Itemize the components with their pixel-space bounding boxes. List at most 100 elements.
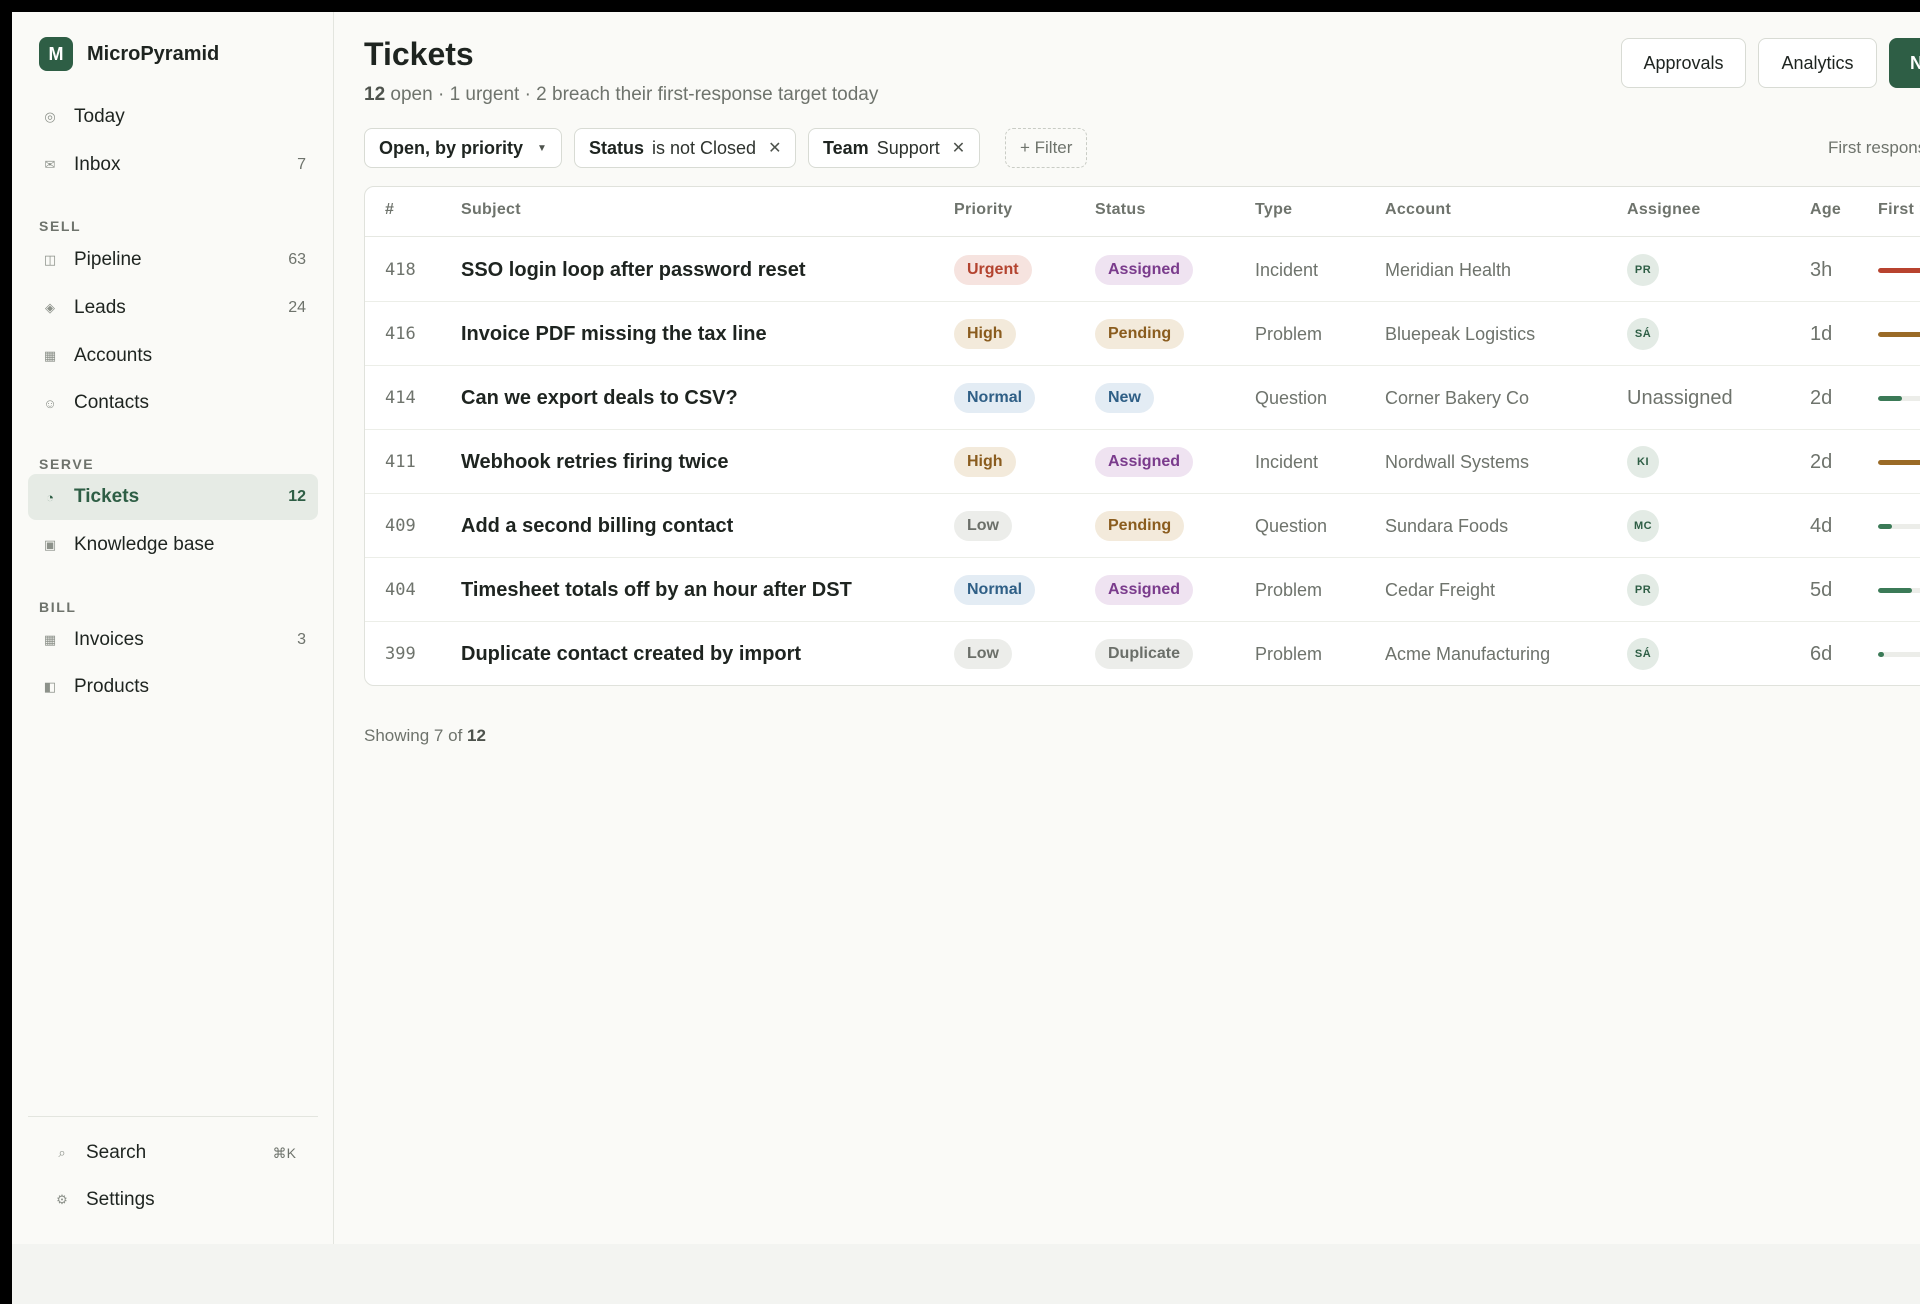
assignee-cell: SÁ [1627, 622, 1659, 685]
column-header-type[interactable]: Type [1255, 201, 1292, 219]
page-subtitle: 12 open · 1 urgent · 2 breach their firs… [364, 84, 878, 106]
sidebar-item-search[interactable]: ⌕ Search ⌘K [28, 1130, 318, 1176]
sla-cell [1878, 622, 1920, 685]
priority-cell: High [954, 302, 1016, 366]
approvals-button[interactable]: Approvals [1621, 38, 1746, 88]
sla-progress-fill [1878, 395, 1902, 401]
sidebar-item-products[interactable]: ◧ Products [28, 664, 318, 710]
sidebar-item-inbox[interactable]: ✉ Inbox 7 [28, 142, 318, 188]
ticket-account[interactable]: Cedar Freight [1385, 558, 1495, 622]
priority-cell: Low [954, 494, 1012, 558]
column-header-subject[interactable]: Subject [461, 201, 521, 219]
mail-icon: ✉ [44, 157, 56, 172]
section-label-serve: SERVE [39, 456, 95, 472]
sidebar-item-label: Knowledge base [74, 534, 215, 555]
book-icon: ▣ [43, 537, 57, 552]
sidebar-item-invoices[interactable]: ▦ Invoices 3 [28, 617, 318, 663]
table-row[interactable]: 416 Invoice PDF missing the tax line High P… [365, 302, 1920, 366]
ticket-account[interactable]: Nordwall Systems [1385, 430, 1529, 494]
close-icon[interactable]: ✕ [952, 138, 965, 158]
sla-progress-fill [1878, 267, 1920, 273]
sidebar-item-accounts[interactable]: ▦ Accounts [28, 333, 318, 379]
ticket-number: 414 [385, 388, 416, 408]
ticket-age: 2d [1810, 386, 1833, 409]
ticket-account[interactable]: Acme Manufacturing [1385, 622, 1550, 685]
analytics-button[interactable]: Analytics [1758, 38, 1877, 88]
column-header-account[interactable]: Account [1385, 201, 1451, 219]
showing-total: 12 [467, 726, 486, 745]
table-row[interactable]: 418 SSO login loop after password reset Ur… [365, 238, 1920, 302]
brand[interactable]: M MicroPyramid [39, 37, 219, 71]
circle-icon: ◎ [44, 109, 56, 124]
ticket-account[interactable]: Bluepeak Logistics [1385, 302, 1535, 366]
avatar[interactable]: SÁ [1627, 638, 1659, 670]
ticket-number: 411 [385, 452, 416, 472]
page-title: Tickets [364, 36, 474, 72]
ticket-subject[interactable]: Can we export deals to CSV? [461, 366, 738, 430]
sidebar-item-label: Tickets [74, 486, 140, 507]
priority-badge: Low [954, 511, 1012, 541]
sidebar-item-today[interactable]: ◎ Today [28, 94, 318, 140]
close-icon[interactable]: ✕ [768, 138, 781, 158]
avatar[interactable]: KI [1627, 446, 1659, 478]
avatar[interactable]: MC [1627, 510, 1659, 542]
ticket-subject[interactable]: Timesheet totals off by an hour after DS… [461, 558, 852, 622]
ticket-account[interactable]: Corner Bakery Co [1385, 366, 1529, 430]
priority-cell: Low [954, 622, 1012, 685]
sidebar-item-contacts[interactable]: ☺ Contacts [28, 380, 318, 426]
sla-cell [1878, 558, 1920, 622]
ticket-subject[interactable]: SSO login loop after password reset [461, 238, 806, 302]
filter-chip-status[interactable]: Status is not Closed ✕ [574, 128, 797, 168]
avatar[interactable]: PR [1627, 254, 1659, 286]
ticket-subject[interactable]: Invoice PDF missing the tax line [461, 302, 767, 366]
status-badge: Assigned [1095, 575, 1194, 605]
column-header-status[interactable]: Status [1095, 201, 1146, 219]
status-badge: New [1095, 383, 1154, 413]
sidebar-item-label: Search [86, 1142, 147, 1163]
sidebar-item-label: Pipeline [74, 249, 142, 270]
table-row[interactable]: 414 Can we export deals to CSV? Normal New Q… [365, 366, 1920, 430]
sla-cell [1878, 302, 1920, 366]
column-header-first-response[interactable]: First response [1878, 201, 1920, 219]
assignee-cell: KI [1627, 430, 1659, 494]
table-row[interactable]: 404 Timesheet totals off by an hour after… [365, 558, 1920, 622]
sidebar-item-label: Inbox [74, 154, 121, 175]
sidebar-item-knowledge-base[interactable]: ▣ Knowledge base [28, 522, 318, 568]
ticket-type: Problem [1255, 643, 1323, 664]
ticket-age: 1d [1810, 322, 1833, 345]
avatar[interactable]: SÁ [1627, 318, 1659, 350]
sidebar-item-tickets[interactable]: ◔ Tickets 12 [28, 474, 318, 520]
tickets-table: # Subject Priority Status Type Account A… [364, 186, 1920, 686]
main-content: Tickets 12 open · 1 urgent · 2 breach th… [334, 12, 1920, 1244]
column-header-assignee[interactable]: Assignee [1627, 201, 1701, 219]
priority-cell: Normal [954, 366, 1036, 430]
sidebar-item-label: Contacts [74, 392, 149, 413]
add-filter-button[interactable]: + Filter [1005, 128, 1088, 168]
status-badge: Duplicate [1095, 639, 1194, 669]
status-cell: Pending [1095, 302, 1185, 366]
brand-name: MicroPyramid [87, 42, 220, 65]
ticket-account[interactable]: Meridian Health [1385, 238, 1511, 302]
invoice-icon: ▦ [43, 632, 57, 647]
table-row[interactable]: 399 Duplicate contact created by import Lo… [365, 622, 1920, 685]
ticket-number: 409 [385, 516, 416, 536]
column-header-age[interactable]: Age [1810, 201, 1841, 219]
ticket-account[interactable]: Sundara Foods [1385, 494, 1508, 558]
avatar[interactable]: PR [1627, 574, 1659, 606]
view-selector[interactable]: Open, by priority ▼ [364, 128, 562, 168]
sidebar-item-settings[interactable]: ⚙ Settings [28, 1177, 318, 1223]
filter-chip-team[interactable]: Team Support ✕ [808, 128, 981, 168]
view-selector-label: Open, by priority [379, 137, 524, 158]
column-header-priority[interactable]: Priority [954, 201, 1012, 219]
ticket-subject[interactable]: Add a second billing contact [461, 494, 733, 558]
ticket-subject[interactable]: Webhook retries firing twice [461, 430, 728, 494]
pagination-summary: Showing 7 of 12 [364, 726, 486, 746]
ticket-type: Incident [1255, 451, 1319, 472]
sidebar-item-pipeline[interactable]: ◫ Pipeline 63 [28, 237, 318, 283]
column-header-number[interactable]: # [385, 201, 394, 219]
ticket-subject[interactable]: Duplicate contact created by import [461, 622, 801, 685]
sidebar-item-leads[interactable]: ◈ Leads 24 [28, 285, 318, 331]
table-row[interactable]: 411 Webhook retries firing twice High Assig… [365, 430, 1920, 494]
new-ticket-button[interactable]: New ticket [1889, 38, 1920, 88]
table-row[interactable]: 409 Add a second billing contact Low Pendin… [365, 494, 1920, 558]
